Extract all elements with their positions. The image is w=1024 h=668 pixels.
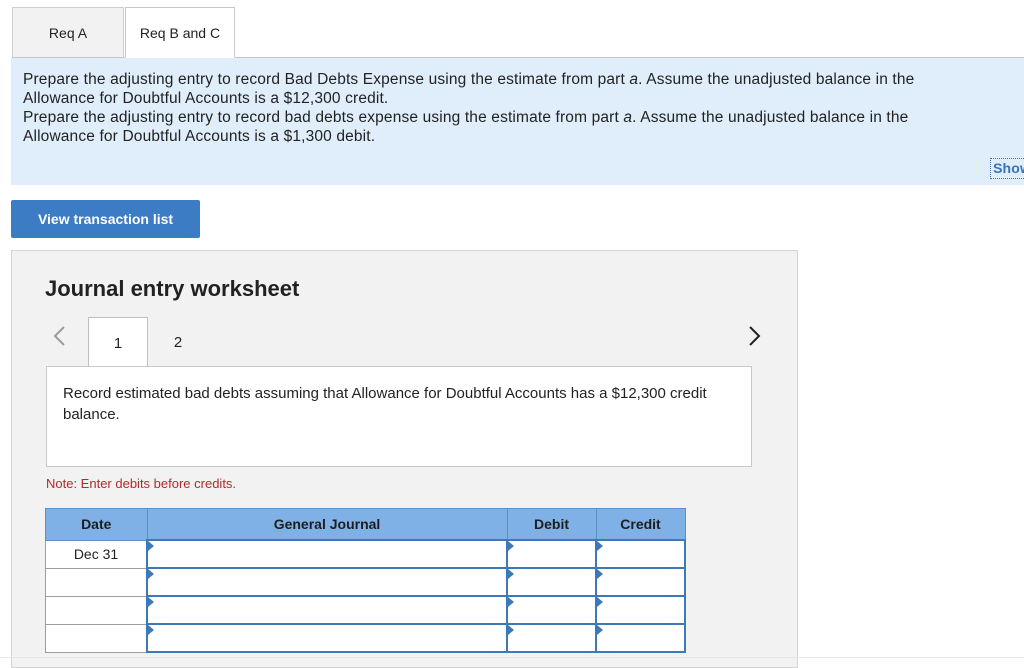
dropdown-marker-icon (508, 597, 514, 607)
tab-label: Req B and C (139, 24, 221, 41)
credit-input[interactable] (595, 623, 686, 653)
show-link[interactable]: Show (990, 158, 1024, 179)
dropdown-marker-icon (597, 625, 603, 635)
instruction-line: Allowance for Doubtful Accounts is a $12… (23, 90, 389, 107)
worksheet-title: Journal entry worksheet (45, 276, 300, 301)
column-header-date: Date (45, 508, 148, 541)
tab-req-b-and-c[interactable]: Req B and C (125, 7, 235, 58)
account-input[interactable] (146, 623, 508, 653)
view-transaction-list-button[interactable]: View transaction list (11, 200, 200, 238)
date-cell[interactable] (45, 595, 148, 625)
table-row (45, 623, 686, 653)
dropdown-marker-icon (597, 597, 603, 607)
dropdown-marker-icon (508, 541, 514, 551)
column-header-credit: Credit (595, 508, 686, 541)
column-header-debit: Debit (506, 508, 597, 541)
date-cell[interactable] (45, 567, 148, 597)
credit-input[interactable] (595, 539, 686, 569)
dropdown-marker-icon (508, 625, 514, 635)
dropdown-marker-icon (148, 541, 154, 551)
dropdown-marker-icon (148, 597, 154, 607)
instruction-line: Prepare the adjusting entry to record Ba… (23, 71, 915, 88)
table-row (45, 567, 686, 597)
next-page-icon[interactable] (744, 323, 764, 349)
debit-input[interactable] (506, 623, 597, 653)
account-input[interactable] (146, 567, 508, 597)
dropdown-marker-icon (508, 569, 514, 579)
table-row: Dec 31 (45, 539, 686, 569)
entry-description: Record estimated bad debts assuming that… (46, 366, 752, 467)
page-tab-1[interactable]: 1 (88, 317, 148, 368)
previous-page-icon[interactable] (50, 323, 70, 349)
table-row (45, 595, 686, 625)
dropdown-marker-icon (597, 541, 603, 551)
credit-input[interactable] (595, 567, 686, 597)
tab-label: Req A (48, 24, 88, 41)
debit-input[interactable] (506, 567, 597, 597)
dropdown-marker-icon (148, 625, 154, 635)
date-cell[interactable]: Dec 31 (45, 539, 148, 569)
journal-table: Date General Journal Debit Credit Dec 31 (45, 508, 686, 653)
account-input[interactable] (146, 595, 508, 625)
instruction-line: Prepare the adjusting entry to record ba… (23, 109, 909, 126)
page-tab-2[interactable]: 2 (148, 317, 208, 367)
dropdown-marker-icon (597, 569, 603, 579)
journal-entry-worksheet: Journal entry worksheet 1 2 Record estim… (11, 250, 798, 668)
dropdown-marker-icon (148, 569, 154, 579)
date-cell[interactable] (45, 623, 148, 653)
tab-req-a[interactable]: Req A (12, 7, 124, 57)
instructions-panel: Prepare the adjusting entry to record Ba… (11, 58, 1024, 185)
page-bottom-divider (0, 657, 1024, 658)
debit-input[interactable] (506, 595, 597, 625)
column-header-general-journal: General Journal (146, 508, 508, 541)
debit-input[interactable] (506, 539, 597, 569)
requirement-tabs: Req A Req B and C (12, 7, 1024, 59)
entry-note: Note: Enter debits before credits. (46, 476, 237, 491)
instruction-line: Allowance for Doubtful Accounts is a $1,… (23, 128, 376, 145)
account-input[interactable] (146, 539, 508, 569)
credit-input[interactable] (595, 595, 686, 625)
